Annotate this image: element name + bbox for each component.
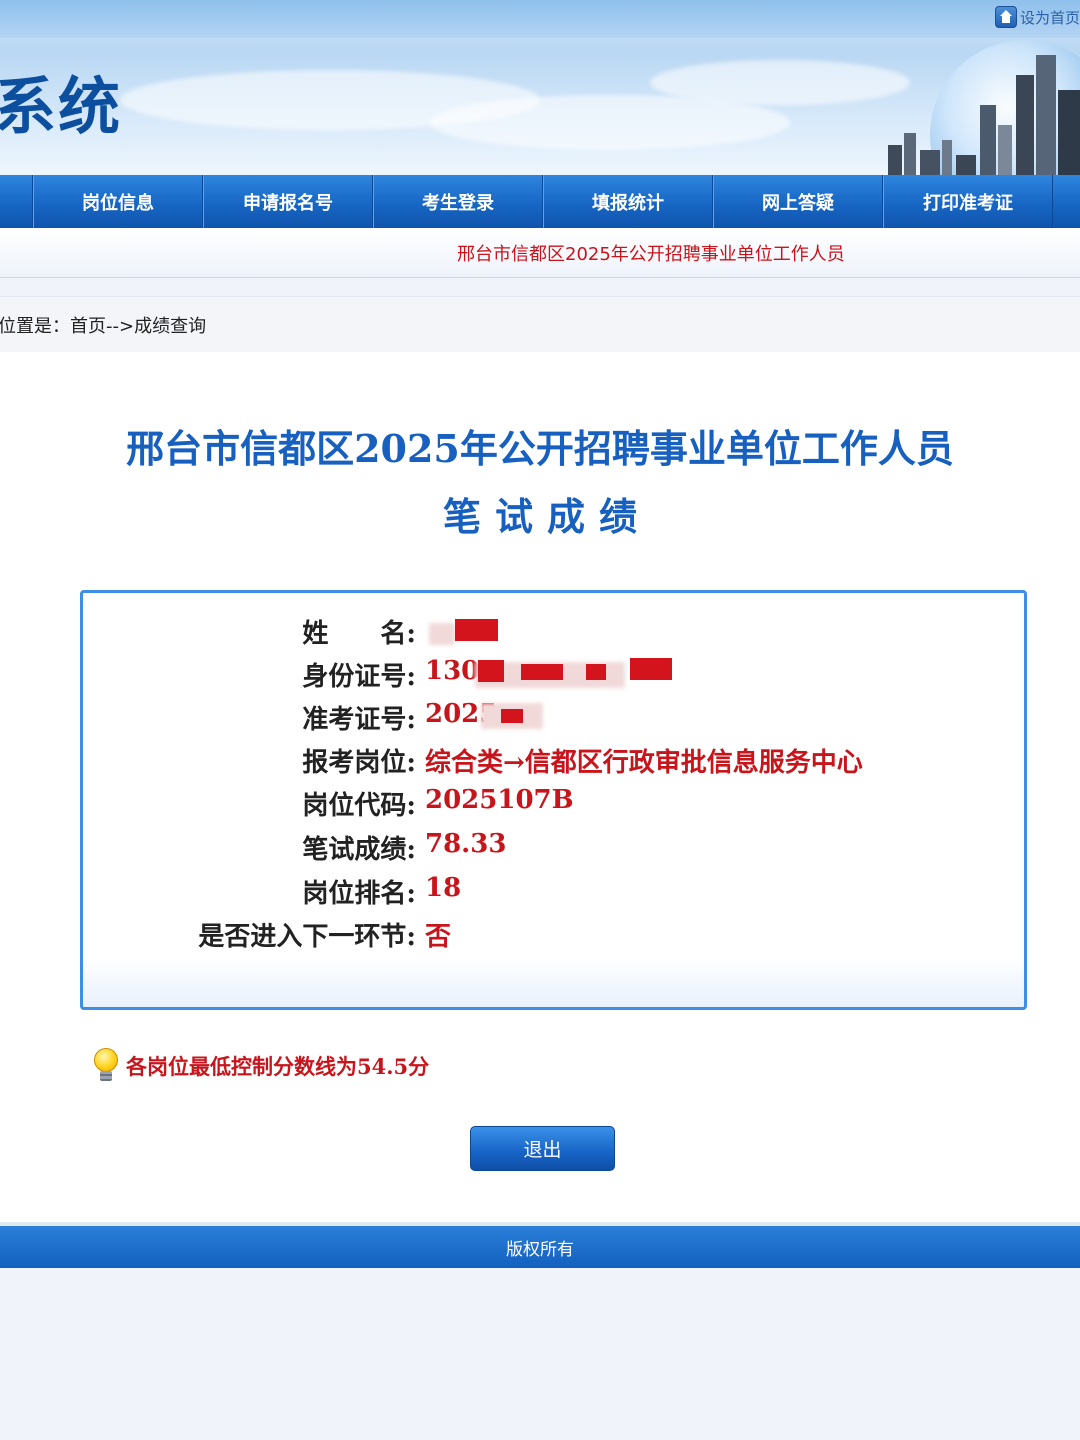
tip-text: 各岗位最低控制分数线为54.5分 [126,1054,430,1079]
breadcrumb: 位置是：首页-->成绩查询 [0,316,207,337]
nav-item-apply-number[interactable]: 申请报名号 [203,175,373,228]
banner-top-band [0,0,1080,38]
footer: 版权所有 [0,1226,1080,1268]
copyright-text: 版权所有 [506,1239,574,1260]
lightbulb-icon [92,1048,120,1084]
field-label: 是否进入下一环节: [198,922,416,952]
field-value: 否 [425,922,452,952]
result-row-position-code: 岗位代码: 2025107B [83,785,1030,825]
field-label: 岗位代码: [302,791,416,821]
nav-item-print-admission-ticket[interactable]: 打印准考证 [883,175,1053,228]
main-nav: 岗位信息 申请报名号 考生登录 填报统计 网上答疑 打印准考证 [0,175,1080,228]
field-value: 综合类→信都区行政审批信息服务中心 [425,748,863,778]
redaction-mark [521,664,563,680]
redaction-mark [478,660,504,682]
subheader-title: 邢台市信都区2025年公开招聘事业单位工作人员 [457,244,845,265]
redaction-mark [501,709,523,723]
set-home-label: 设为首页 [1019,8,1080,27]
score-result-panel: 姓 名: 身份证号: 130 准考证号: 2025 报考岗位: 综合类→信都区行… [80,590,1027,1010]
field-label: 姓 名: [302,619,416,649]
field-label: 身份证号: [302,662,416,692]
nav-item-registration-stats[interactable]: 填报统计 [543,175,713,228]
result-row-position: 报考岗位: 综合类→信都区行政审批信息服务中心 [83,742,1030,782]
field-label: 准考证号: [302,705,416,735]
field-value: 78.33 [425,829,507,859]
nav-spacer [0,175,33,228]
field-value: 130 [425,656,480,686]
result-row-id-number: 身份证号: 130 [83,656,1030,696]
cutoff-tip: 各岗位最低控制分数线为54.5分 [92,1048,429,1084]
result-row-next-stage: 是否进入下一环节: 否 [83,916,1030,956]
result-row-admission-number: 准考证号: 2025 [83,699,1030,739]
result-row-written-score: 笔试成绩: 78.33 [83,829,1030,869]
redaction-mark [586,664,606,680]
field-value: 18 [425,873,462,903]
nav-item-job-info[interactable]: 岗位信息 [33,175,203,228]
exit-button[interactable]: 退出 [470,1126,615,1171]
nav-item-candidate-login[interactable]: 考生登录 [373,175,543,228]
redaction-mark [455,619,498,641]
field-label: 笔试成绩: [302,835,416,865]
header-banner: 系统 设为首页 [0,0,1080,175]
redaction-blur [429,623,455,645]
page-title: 邢台市信都区2025年公开招聘事业单位工作人员 [126,426,954,471]
page-subtitle: 笔试成绩 [442,494,651,539]
nav-item-online-qa[interactable]: 网上答疑 [713,175,883,228]
result-row-rank: 岗位排名: 18 [83,873,1030,913]
result-row-name: 姓 名: [83,613,1030,653]
set-home-link[interactable]: 设为首页 [994,4,1080,30]
field-label: 岗位排名: [302,879,416,909]
city-skyline-graphic [888,55,1080,175]
field-label: 报考岗位: [302,748,416,778]
redaction-mark [630,658,672,680]
home-icon [994,6,1017,28]
field-value: 2025107B [425,785,574,815]
banner-cloud [650,60,910,105]
site-title: 系统 [0,70,123,143]
